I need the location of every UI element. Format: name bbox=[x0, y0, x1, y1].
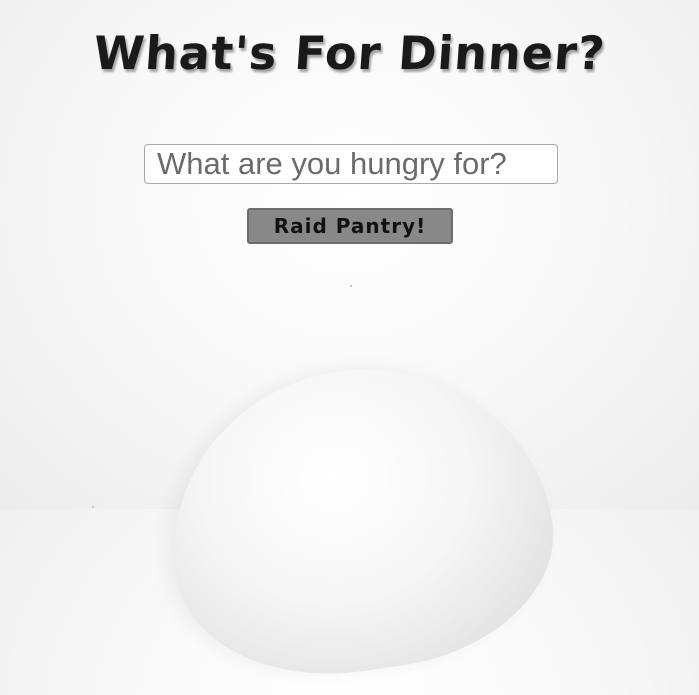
background-speck bbox=[350, 285, 352, 287]
raid-pantry-button[interactable]: Raid Pantry! bbox=[247, 208, 453, 244]
background-speck bbox=[92, 506, 94, 508]
search-input[interactable] bbox=[144, 144, 558, 184]
egg-background-image bbox=[150, 345, 570, 695]
page-title: What's For Dinner? bbox=[91, 26, 608, 80]
